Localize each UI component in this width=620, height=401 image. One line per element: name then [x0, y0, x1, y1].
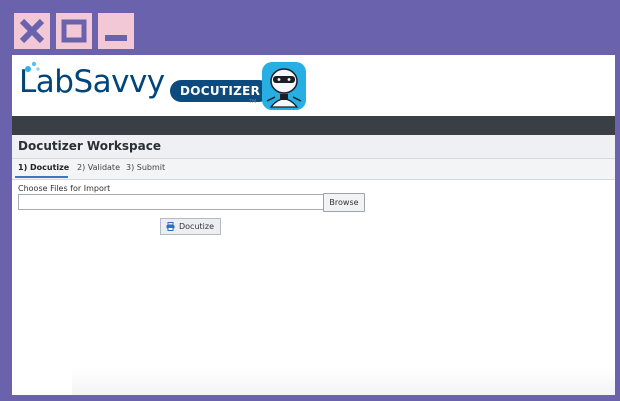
files-label: Choose Files for Import [18, 184, 111, 193]
tab-docutize[interactable]: 1) Docutize [18, 163, 69, 172]
tab-bar: 1) Docutize 2) Validate 3) Submit [12, 159, 615, 180]
browse-button[interactable]: Browse [323, 193, 365, 212]
trademark-mark: TM [249, 99, 257, 105]
labsavvy-logo: LabSavvy [19, 64, 165, 100]
printer-icon [166, 222, 175, 231]
docutize-button[interactable]: Docutize [160, 218, 221, 235]
logo-text: LabSavvy [19, 64, 165, 100]
navigation-bar [12, 116, 615, 135]
maximize-window-button[interactable] [56, 13, 92, 49]
page-title: Docutizer Workspace [18, 139, 161, 153]
maximize-icon [61, 19, 87, 43]
tab-submit[interactable]: 3) Submit [126, 163, 165, 172]
active-tab-indicator [15, 176, 68, 178]
minimize-icon [105, 35, 127, 41]
close-icon [19, 18, 45, 44]
minimize-window-button[interactable] [98, 13, 134, 49]
tab-validate[interactable]: 2) Validate [77, 163, 120, 172]
app-header: LabSavvy DOCUTIZER TM [12, 55, 615, 117]
close-window-button[interactable] [14, 13, 50, 49]
file-path-input[interactable] [18, 194, 328, 210]
app-window: LabSavvy DOCUTIZER TM Docutizer Workspac… [12, 55, 615, 395]
docutize-button-label: Docutize [179, 222, 215, 231]
workspace-title-bar: Docutizer Workspace [12, 135, 615, 159]
robot-mascot-icon [262, 62, 306, 110]
page-footer-fade [72, 367, 615, 395]
